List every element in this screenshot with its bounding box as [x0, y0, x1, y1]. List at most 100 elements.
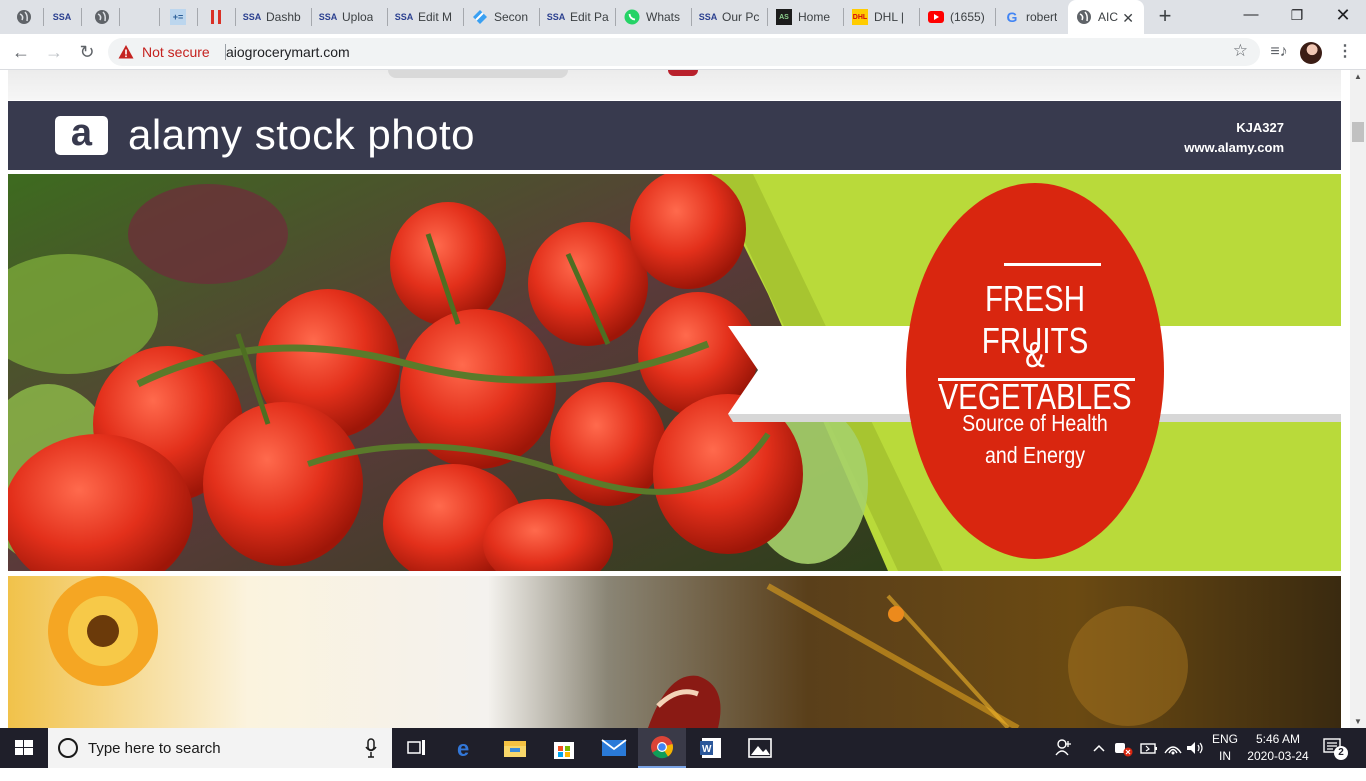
- watermark-brand: alamy stock photo: [128, 111, 476, 158]
- file-explorer-app[interactable]: [491, 728, 539, 768]
- dhl-icon: DHL: [852, 9, 868, 25]
- scroll-up-icon[interactable]: ▲: [1354, 72, 1362, 81]
- tab-upload[interactable]: SSA Uploa: [312, 0, 388, 34]
- taskbar-search[interactable]: Type here to search: [48, 728, 392, 768]
- security-status[interactable]: Not secure: [142, 44, 210, 60]
- ssa-icon: SSA: [698, 12, 718, 22]
- tab-label: Dashb: [266, 10, 301, 24]
- store-bag-icon: [554, 742, 574, 759]
- tab-dashboard[interactable]: SSA Dashb: [236, 0, 312, 34]
- tab-dhl[interactable]: DHL DHL |: [844, 0, 920, 34]
- ssa-icon: SSA: [546, 12, 566, 22]
- tab-blank[interactable]: [120, 0, 160, 34]
- tab-globe-2[interactable]: [82, 0, 120, 34]
- watermark-site: www.alamy.com: [1184, 140, 1284, 155]
- action-center-button[interactable]: 2: [1322, 736, 1348, 760]
- scroll-thumb[interactable]: [1352, 122, 1364, 142]
- jar-shape: [388, 70, 568, 78]
- battery-icon[interactable]: [1138, 739, 1160, 779]
- tab-whatsapp[interactable]: Whats: [616, 0, 692, 34]
- tab-label: Edit M: [418, 10, 453, 24]
- tab-ssa-1[interactable]: SSA: [44, 0, 82, 34]
- ssa-icon: SSA: [318, 12, 338, 22]
- folder-icon: [504, 741, 526, 757]
- tab-label: Home: [798, 10, 831, 24]
- tab-globe-1[interactable]: [0, 0, 44, 34]
- windows-taskbar: Type here to search e W ENG IN 5:46 AM 2…: [0, 728, 1366, 768]
- tab-label: robert: [1026, 10, 1058, 24]
- whatsapp-icon: [624, 9, 640, 25]
- chrome-app[interactable]: [638, 728, 686, 768]
- edge-app[interactable]: e: [443, 728, 491, 768]
- address-bar[interactable]: Not secure aiogrocerymart.com ☆: [108, 38, 1260, 66]
- new-tab-button[interactable]: +: [1152, 4, 1178, 30]
- hero-banner[interactable]: FRESH FRUITS & VEGETABLES Source of Heal…: [8, 174, 1341, 571]
- tab-label: Uploa: [342, 10, 374, 24]
- flower-banner[interactable]: [8, 576, 1341, 728]
- start-button[interactable]: [0, 728, 48, 768]
- tab-aio-active[interactable]: AIC ✕: [1068, 0, 1144, 34]
- tab-label: DHL |: [874, 10, 905, 24]
- menu-kebab-icon[interactable]: ⋮: [1333, 40, 1357, 64]
- tab-our-pc[interactable]: SSA Our Pc: [692, 0, 768, 34]
- close-tab-icon[interactable]: ✕: [1122, 10, 1134, 27]
- clock-date[interactable]: 2020-03-24: [1244, 749, 1312, 763]
- windows-logo-icon: [15, 740, 33, 755]
- globe-icon: [94, 9, 110, 25]
- headline-line-2: & VEGETABLES: [938, 334, 1132, 417]
- tab-label: AIC: [1098, 10, 1119, 24]
- task-view-button[interactable]: [393, 728, 441, 768]
- forward-button[interactable]: →: [42, 40, 66, 64]
- tab-label: Edit Pa: [570, 10, 609, 24]
- reload-button[interactable]: ↻: [75, 40, 99, 64]
- task-view-icon: [407, 740, 425, 755]
- tab-edit-m[interactable]: SSA Edit M: [388, 0, 464, 34]
- people-icon[interactable]: [1054, 738, 1074, 778]
- show-hidden-icons-chevron-icon[interactable]: [1092, 741, 1106, 781]
- tab-second[interactable]: Secon: [464, 0, 540, 34]
- warning-icon: [118, 45, 134, 59]
- globe-icon: [16, 9, 32, 25]
- berry-shape: [668, 70, 698, 76]
- tab-google[interactable]: G robert: [996, 0, 1068, 34]
- tab-label: (1655): [950, 10, 985, 24]
- language-indicator-line-2[interactable]: IN: [1208, 749, 1242, 763]
- mail-icon: [601, 739, 627, 756]
- profile-avatar[interactable]: [1300, 42, 1322, 64]
- pause-icon: [208, 9, 224, 25]
- page-scrollbar[interactable]: ▲ ▼: [1350, 70, 1366, 728]
- chrome-icon: [651, 736, 674, 759]
- tab-pause[interactable]: [198, 0, 236, 34]
- alamy-logo-icon: a: [55, 114, 108, 155]
- tab-label: Whats: [646, 10, 681, 24]
- store-app[interactable]: [540, 728, 588, 768]
- previous-slide-remnant: [8, 70, 1341, 100]
- network-error-icon[interactable]: [1112, 739, 1134, 779]
- language-indicator-line-1[interactable]: ENG: [1208, 732, 1242, 746]
- browser-toolbar: ← → ↻ Not secure aiogrocerymart.com ☆ ≡♪…: [0, 34, 1366, 70]
- minimize-button[interactable]: —: [1228, 0, 1274, 30]
- page-viewport: a alamy stock photo KJA327 www.alamy.com: [0, 70, 1350, 728]
- close-window-button[interactable]: ✕: [1320, 0, 1366, 30]
- back-button[interactable]: ←: [9, 40, 33, 64]
- tab-calculator[interactable]: +=: [160, 0, 198, 34]
- restore-button[interactable]: ❐: [1274, 0, 1320, 30]
- bookmark-star-icon[interactable]: ☆: [1233, 41, 1248, 61]
- search-placeholder: Type here to search: [88, 740, 221, 757]
- word-app[interactable]: W: [687, 728, 735, 768]
- microphone-icon[interactable]: [364, 738, 378, 758]
- watermark-image-id: KJA327: [1236, 120, 1284, 135]
- media-control-icon[interactable]: ≡♪: [1267, 40, 1291, 64]
- tab-home[interactable]: AS Home: [768, 0, 844, 34]
- tab-youtube[interactable]: (1655): [920, 0, 996, 34]
- wifi-icon[interactable]: [1162, 739, 1184, 779]
- scroll-down-icon[interactable]: ▼: [1354, 717, 1362, 726]
- notification-count-badge: 2: [1334, 746, 1348, 760]
- clock-time[interactable]: 5:46 AM: [1248, 732, 1308, 746]
- tab-edit-pa[interactable]: SSA Edit Pa: [540, 0, 616, 34]
- volume-icon[interactable]: [1184, 739, 1206, 779]
- sunflower-shape: [48, 576, 158, 686]
- url-text[interactable]: aiogrocerymart.com: [226, 44, 350, 60]
- photos-app[interactable]: [736, 728, 784, 768]
- mail-app[interactable]: [590, 728, 638, 768]
